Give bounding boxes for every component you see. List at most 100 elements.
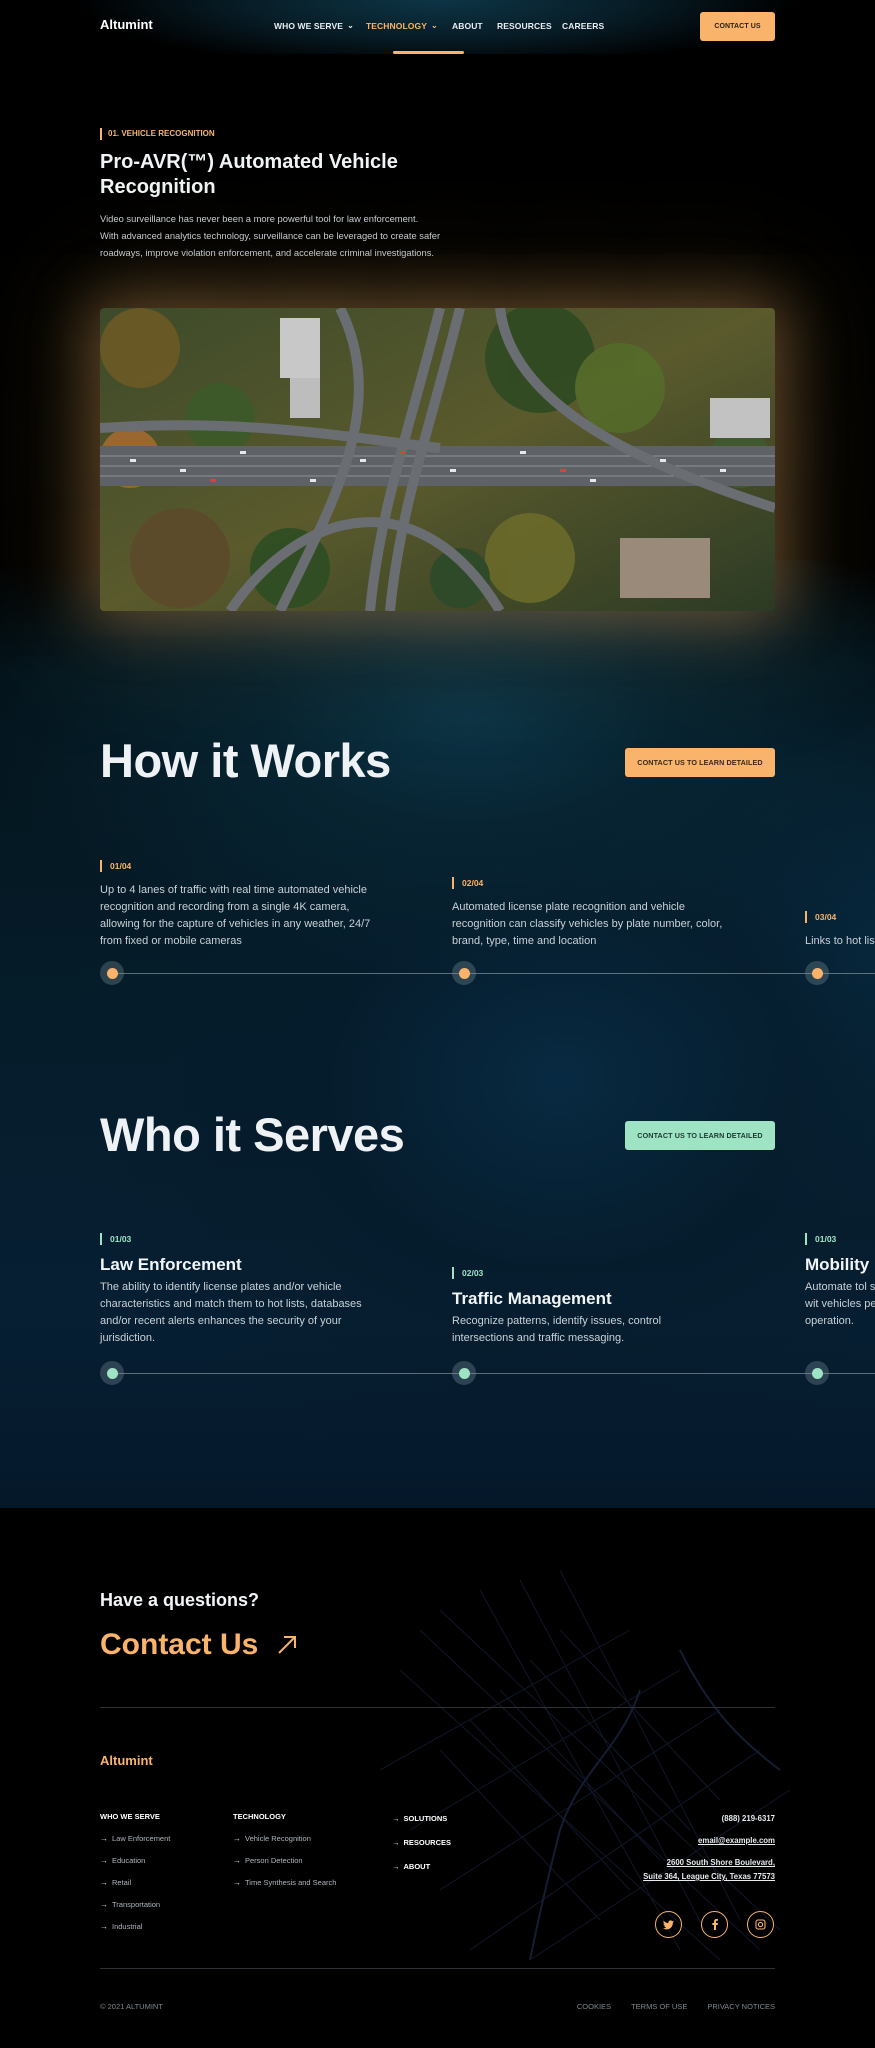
- serves-heading: Mobility: [805, 1255, 870, 1274]
- arrow-right-icon: →: [392, 1813, 400, 1823]
- footer-column-heading: TECHNOLOGY: [233, 1812, 286, 1821]
- how-it-works-title: How it Works: [100, 734, 391, 787]
- footer-link[interactable]: → Education: [100, 1856, 170, 1865]
- step-text: Links to hot lis: [805, 935, 875, 947]
- email-link[interactable]: email@example.com: [643, 1834, 775, 1848]
- who-it-serves-title: Who it Serves: [100, 1108, 405, 1161]
- timeline-line: [112, 973, 875, 974]
- legal-links: COOKIES TERMS OF USE PRIVACY NOTICES: [577, 2002, 775, 2011]
- footer-nav-link[interactable]: → ABOUT: [392, 1860, 451, 1872]
- footer-logo[interactable]: Altumint: [100, 1753, 153, 1768]
- timeline-dot[interactable]: [452, 961, 476, 985]
- serves-item: 01/03 Mobility Automate tol solutions wi…: [805, 1233, 875, 1330]
- nav-label: WHO WE SERVE: [274, 21, 344, 31]
- footer-link[interactable]: → Transportation: [100, 1900, 170, 1909]
- footer-link-label: Transportation: [112, 1900, 161, 1909]
- serves-number: 01/03: [100, 1233, 390, 1245]
- timeline-dot[interactable]: [100, 961, 124, 985]
- step-text: Up to 4 lanes of traffic with real time …: [100, 884, 371, 947]
- serves-item: 01/03 Law Enforcement The ability to ide…: [100, 1233, 390, 1347]
- chevron-down-icon: ⌄: [430, 21, 438, 30]
- footer-nav-link[interactable]: → RESOURCES: [392, 1836, 451, 1848]
- page: Altumint WHO WE SERVE ⌄ TECHNOLOGY ⌄ ABOUT…: [0, 0, 875, 2048]
- arrow-right-icon: →: [100, 1856, 108, 1865]
- serves-text: Automate tol solutions wit vehicles per …: [805, 1281, 875, 1327]
- contact-info: (888) 219-6317 email@example.com 2600 So…: [643, 1812, 775, 1884]
- highway-interchange-image: [100, 308, 775, 611]
- city-map-graphic: [380, 1570, 791, 1960]
- timeline-dot[interactable]: [805, 1361, 829, 1385]
- arrow-up-right-icon: [278, 1636, 297, 1654]
- active-nav-indicator: [393, 51, 464, 54]
- contact-us-button[interactable]: CONTACT US: [700, 12, 775, 41]
- serves-number: 02/03: [452, 1267, 712, 1279]
- serves-text: Recognize patterns, identify issues, con…: [452, 1315, 662, 1344]
- section-title: Pro-AVR(™) Automated Vehicle Recognition: [100, 151, 398, 198]
- privacy-link[interactable]: PRIVACY NOTICES: [707, 2002, 775, 2011]
- step-item: 02/04 Automated license plate recognitio…: [452, 877, 732, 950]
- contact-us-link[interactable]: Contact Us: [100, 1628, 298, 1662]
- timeline-dot[interactable]: [100, 1361, 124, 1385]
- desc-line: roadways, improve violation enforcement,…: [100, 247, 435, 258]
- instagram-icon[interactable]: [747, 1911, 774, 1938]
- chevron-down-icon: ⌄: [347, 21, 354, 30]
- facebook-icon[interactable]: [701, 1911, 728, 1938]
- step-text: Automated license plate recognition and …: [452, 901, 723, 947]
- arrow-right-icon: →: [100, 1900, 108, 1909]
- footer-link-label: Person Detection: [245, 1856, 303, 1865]
- question-heading: Have a questions?: [100, 1590, 260, 1610]
- phone-number[interactable]: (888) 219-6317: [643, 1812, 775, 1826]
- arrow-right-icon: →: [392, 1861, 400, 1871]
- contact-learn-button[interactable]: CONTACT US TO LEARN DETAILED: [625, 1121, 775, 1150]
- footer-technology: TECHNOLOGY → Vehicle Recognition → Person …: [233, 1812, 336, 1887]
- serves-item: 02/03 Traffic Management Recognize patte…: [452, 1267, 712, 1347]
- timeline-dot[interactable]: [805, 961, 829, 985]
- nav-resources[interactable]: RESOURCES: [497, 21, 552, 31]
- footer-nav-label: ABOUT: [403, 1861, 431, 1871]
- footer-link[interactable]: → Retail: [100, 1878, 170, 1887]
- section-eyebrow: 01. VEHICLE RECOGNITION: [100, 128, 215, 140]
- footer-link[interactable]: → Law Enforcement: [100, 1834, 170, 1843]
- serves-text: The ability to identify license plates a…: [100, 1281, 362, 1344]
- footer-link[interactable]: → Person Detection: [233, 1856, 336, 1865]
- logo[interactable]: Altumint: [100, 17, 153, 32]
- arrow-right-icon: →: [233, 1856, 241, 1865]
- footer-link[interactable]: → Industrial: [100, 1922, 170, 1931]
- footer-link-label: Vehicle Recognition: [245, 1834, 311, 1843]
- arrow-right-icon: →: [233, 1878, 241, 1887]
- twitter-icon[interactable]: [655, 1911, 682, 1938]
- copyright: © 2021 ALTUMINT: [100, 2002, 163, 2011]
- terms-link[interactable]: TERMS OF USE: [631, 2002, 687, 2011]
- footer-nav-label: RESOURCES: [403, 1837, 452, 1847]
- footer-who-we-serve: WHO WE SERVE → Law Enforcement → Education…: [100, 1812, 170, 1931]
- serves-heading: Traffic Management: [452, 1289, 612, 1308]
- footer-link-label: Industrial: [112, 1922, 143, 1931]
- serves-number: 01/03: [805, 1233, 875, 1245]
- arrow-right-icon: →: [100, 1878, 108, 1887]
- address-line[interactable]: 2600 South Shore Boulevard,: [643, 1856, 775, 1870]
- nav-about[interactable]: ABOUT: [452, 21, 483, 31]
- arrow-right-icon: →: [100, 1922, 108, 1931]
- nav-technology[interactable]: TECHNOLOGY ⌄: [366, 21, 438, 31]
- footer-link[interactable]: → Time Synthesis and Search: [233, 1878, 336, 1887]
- serves-heading: Law Enforcement: [100, 1255, 242, 1274]
- footer-nav-link[interactable]: → SOLUTIONS: [392, 1812, 451, 1824]
- footer-link[interactable]: → Vehicle Recognition: [233, 1834, 336, 1843]
- cookies-link[interactable]: COOKIES: [577, 2002, 611, 2011]
- nav-who-we-serve[interactable]: WHO WE SERVE ⌄: [274, 21, 354, 31]
- footer-link-label: Education: [112, 1856, 146, 1865]
- timeline-line: [112, 1373, 875, 1374]
- footer-link-label: Time Synthesis and Search: [245, 1878, 337, 1887]
- address-line[interactable]: Suite 364, League City, Texas 77573: [643, 1870, 775, 1884]
- footer-nav: → SOLUTIONS → RESOURCES → ABOUT: [392, 1812, 451, 1884]
- contact-us-label: Contact Us: [100, 1628, 259, 1661]
- timeline-dot[interactable]: [452, 1361, 476, 1385]
- section-background: [0, 560, 875, 1508]
- nav-careers[interactable]: CAREERS: [562, 21, 604, 31]
- arrow-right-icon: →: [100, 1834, 108, 1843]
- footer-link-label: Retail: [112, 1878, 132, 1887]
- footer-link-label: Law Enforcement: [112, 1834, 171, 1843]
- section-description: Video surveillance has never been a more…: [100, 210, 520, 261]
- step-item: 01/04 Up to 4 lanes of traffic with real…: [100, 860, 390, 950]
- contact-learn-button[interactable]: CONTACT US TO LEARN DETAILED: [625, 748, 775, 777]
